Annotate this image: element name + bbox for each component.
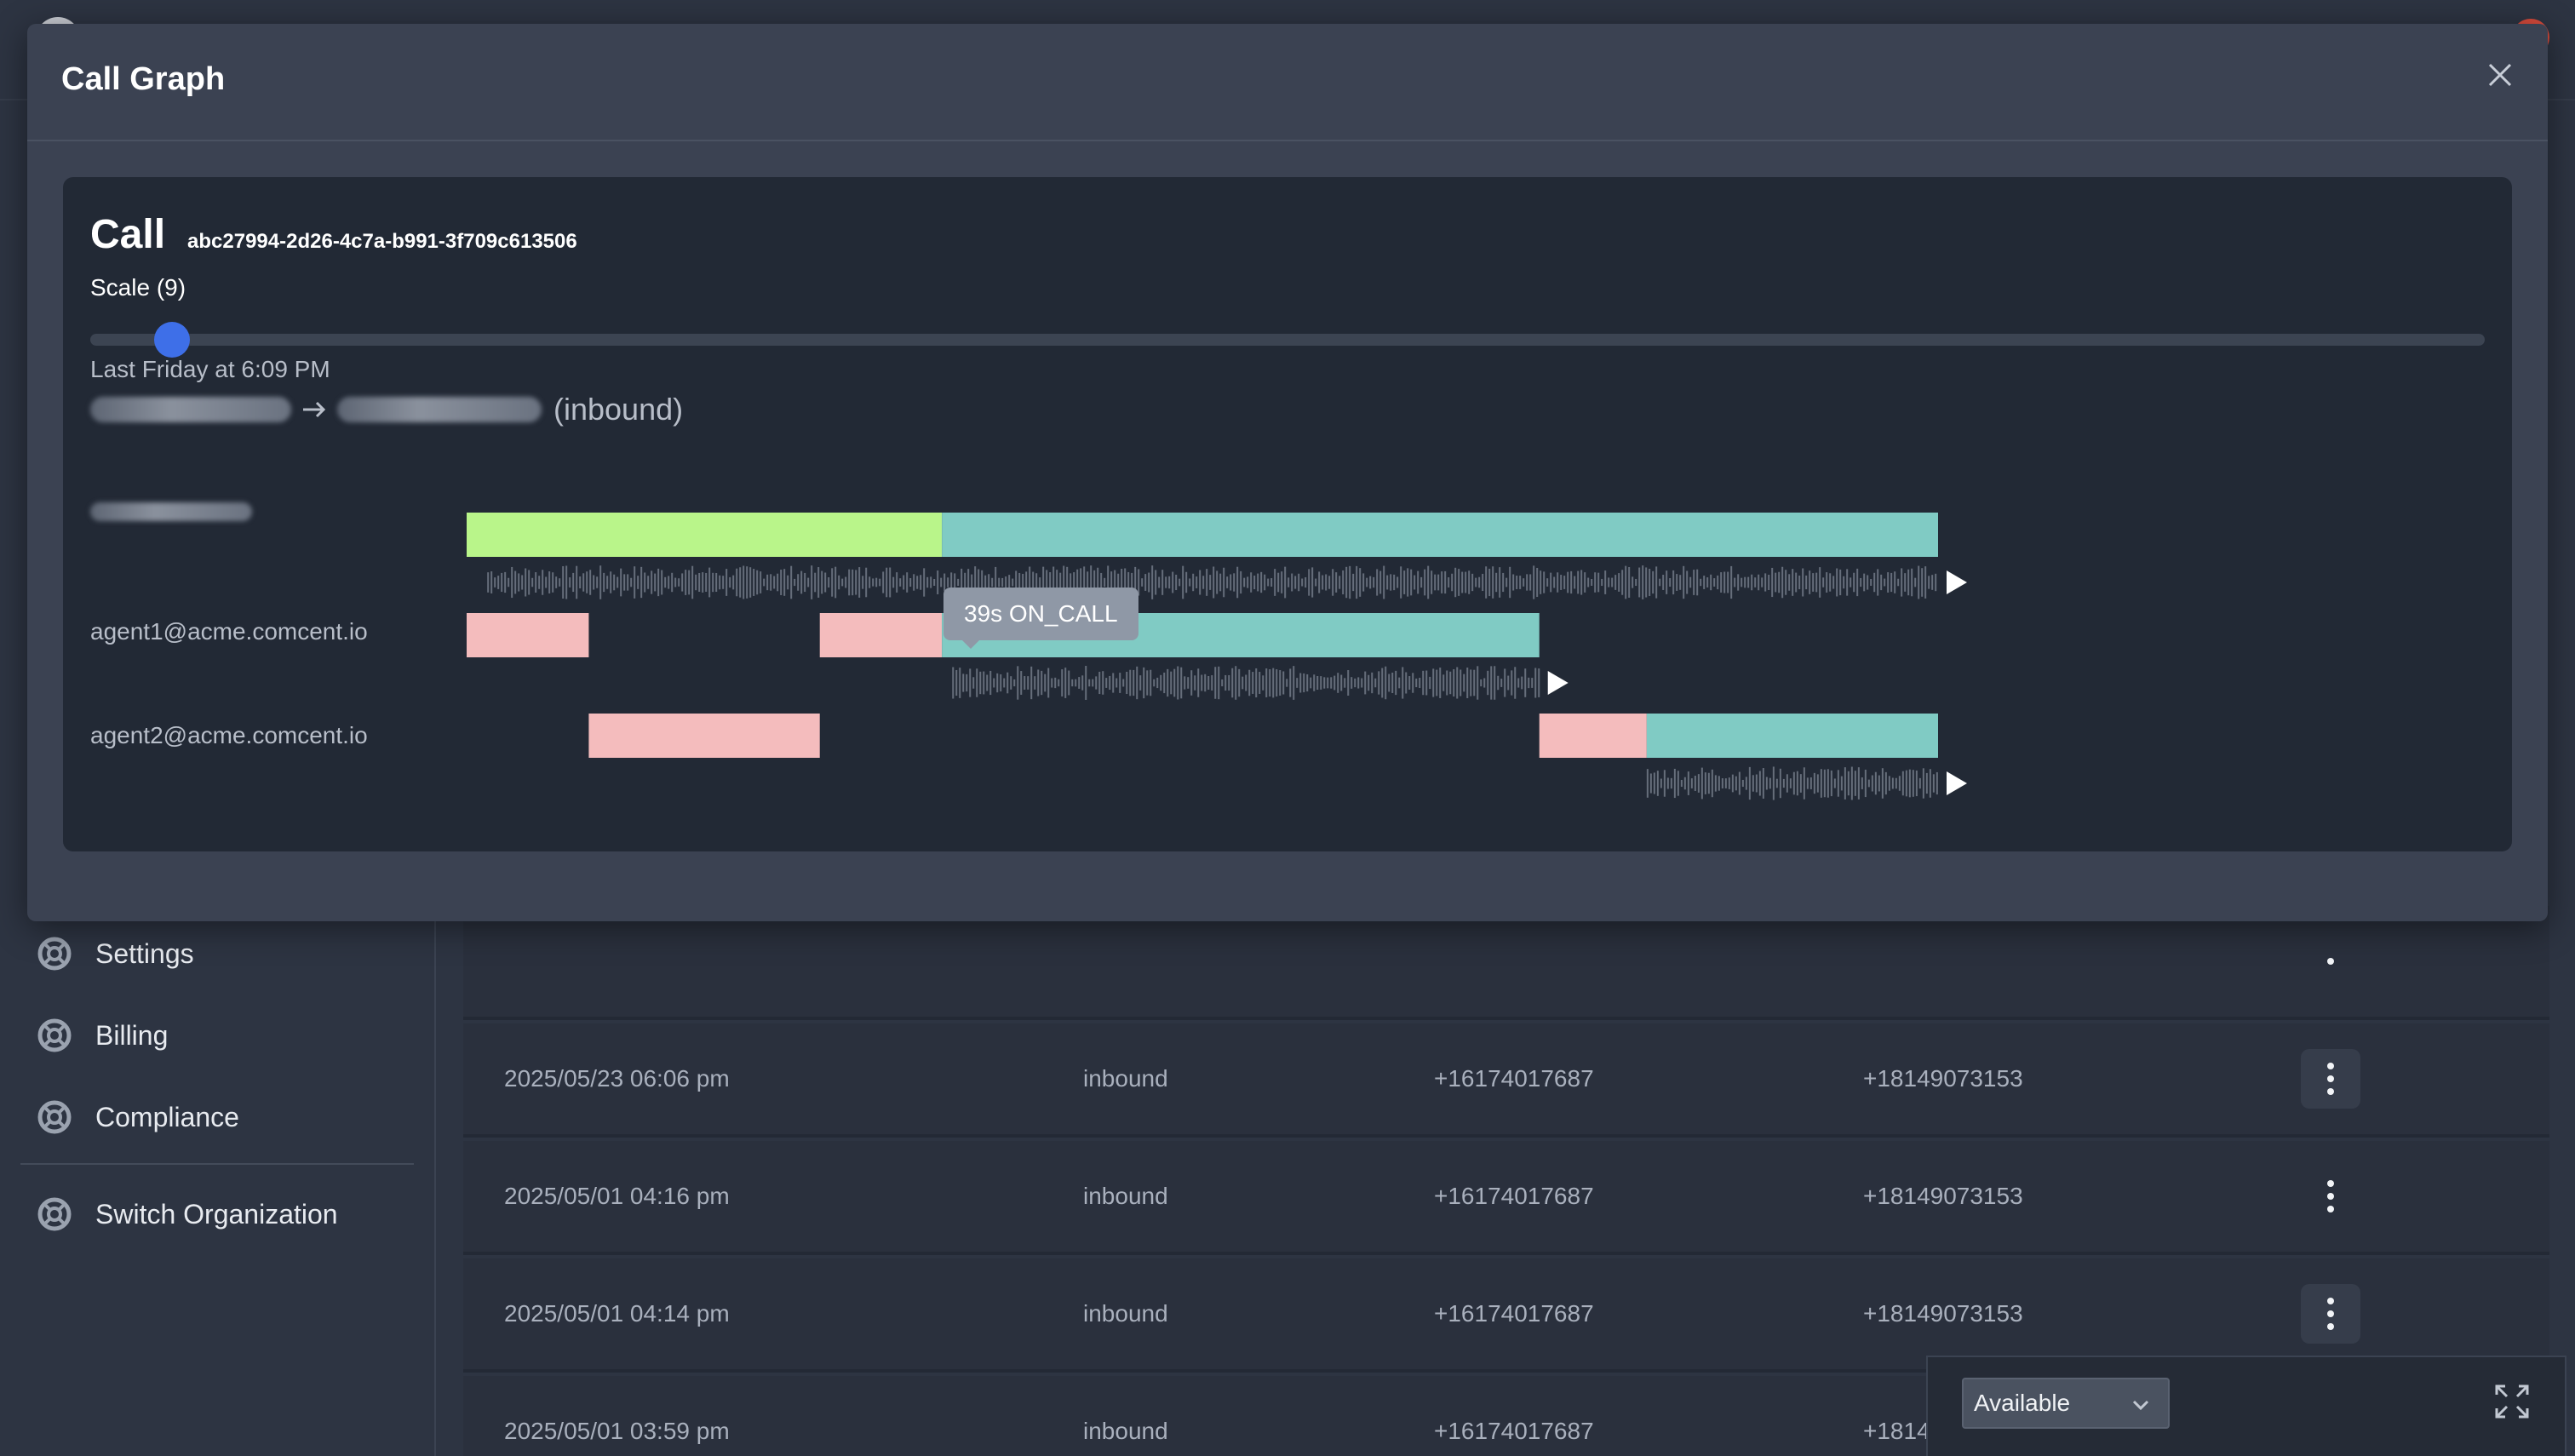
call-direction: inbound xyxy=(1083,1183,1168,1209)
call-timeline xyxy=(467,513,1967,800)
call-from: +16174017687 xyxy=(1434,1418,1594,1444)
expand-icon[interactable] xyxy=(2493,1383,2531,1420)
table-row[interactable]: 2025/05/23 06:06 pm inbound +16174017687… xyxy=(463,1023,2549,1138)
call-direction: inbound xyxy=(1083,1418,1168,1444)
row-menu-button[interactable] xyxy=(2301,931,2360,991)
lifebuoy-icon xyxy=(37,1100,72,1134)
close-button[interactable] xyxy=(2480,56,2521,97)
sidebar-item-label: Settings xyxy=(95,937,194,969)
table-row[interactable]: 2025/05/01 04:16 pm inbound +16174017687… xyxy=(463,1141,2549,1255)
play-icon[interactable] xyxy=(1947,570,1967,594)
call-to: +18149073153 xyxy=(1863,1183,2023,1209)
close-icon xyxy=(2486,61,2514,93)
call-from: +16174017687 xyxy=(1434,1183,1594,1209)
sidebar-item-switch-organization[interactable]: Switch Organization xyxy=(37,1189,338,1240)
sidebar-divider xyxy=(20,1163,414,1165)
call-to: +18149073153 xyxy=(1863,1065,2023,1092)
lifebuoy-icon xyxy=(37,937,72,971)
call-from: +16174017687 xyxy=(1434,1065,1594,1092)
agent-status-panel: Available xyxy=(1926,1356,2566,1456)
row-menu-button[interactable] xyxy=(2301,1167,2360,1226)
call-date: 2025/05/23 06:06 pm xyxy=(504,1065,730,1092)
sidebar-item-label: Compliance xyxy=(95,1101,239,1132)
sidebar-item-label: Switch Organization xyxy=(95,1198,338,1230)
call-graph-card: Call abc27994-2d26-4c7a-b991-3f709c61350… xyxy=(63,177,2512,851)
call-direction: inbound xyxy=(1083,1065,1168,1092)
status-select[interactable]: Available xyxy=(1962,1378,2170,1429)
timeline-segment-on-call[interactable] xyxy=(942,513,1938,557)
timeline-segment-on-call[interactable] xyxy=(1646,714,1938,758)
modal-header: Call Graph xyxy=(27,24,2548,141)
sidebar-item-label: Billing xyxy=(95,1019,169,1051)
lifebuoy-icon xyxy=(37,1197,72,1231)
call-date: 2025/05/01 03:59 pm xyxy=(504,1418,730,1444)
timeline-segment-ringing[interactable] xyxy=(1539,714,1647,758)
row-menu-button[interactable] xyxy=(2301,1049,2360,1109)
chevron-down-icon xyxy=(2129,1393,2153,1423)
app-root: Settings Billing Compliance Switch Organ… xyxy=(0,0,2575,1456)
row-menu-button[interactable] xyxy=(2301,1284,2360,1344)
call-from: +16174017687 xyxy=(1434,1300,1594,1327)
recording-waveform[interactable] xyxy=(952,666,1540,700)
call-to: +18149073153 xyxy=(1863,1300,2023,1327)
lifebuoy-icon xyxy=(37,1018,72,1052)
play-icon[interactable] xyxy=(1947,771,1967,795)
sidebar-item-compliance[interactable]: Compliance xyxy=(37,1092,239,1143)
recording-waveform[interactable] xyxy=(487,565,1937,599)
call-to: +1814 xyxy=(1863,1418,1930,1444)
sidebar-item-billing[interactable]: Billing xyxy=(37,1010,168,1061)
call-date: 2025/05/01 04:16 pm xyxy=(504,1183,730,1209)
status-value: Available xyxy=(1974,1390,2071,1416)
recording-waveform[interactable] xyxy=(1646,766,1938,800)
timeline-segment-ivr[interactable] xyxy=(467,513,943,557)
timeline-segment-ringing[interactable] xyxy=(467,613,589,657)
table-row[interactable] xyxy=(463,906,2549,1020)
timeline-segment-ringing[interactable] xyxy=(588,714,820,758)
sidebar-item-settings[interactable]: Settings xyxy=(37,928,194,979)
call-date: 2025/05/01 04:14 pm xyxy=(504,1300,730,1327)
timeline-segment-ringing[interactable] xyxy=(819,613,943,657)
call-direction: inbound xyxy=(1083,1300,1168,1327)
play-icon[interactable] xyxy=(1547,671,1569,695)
modal-title: Call Graph xyxy=(61,61,226,97)
call-graph-modal: Call Graph Call abc27994-2d26-4c7a-b991-… xyxy=(27,24,2548,921)
segment-tooltip: 39s ON_CALL xyxy=(943,588,1138,649)
